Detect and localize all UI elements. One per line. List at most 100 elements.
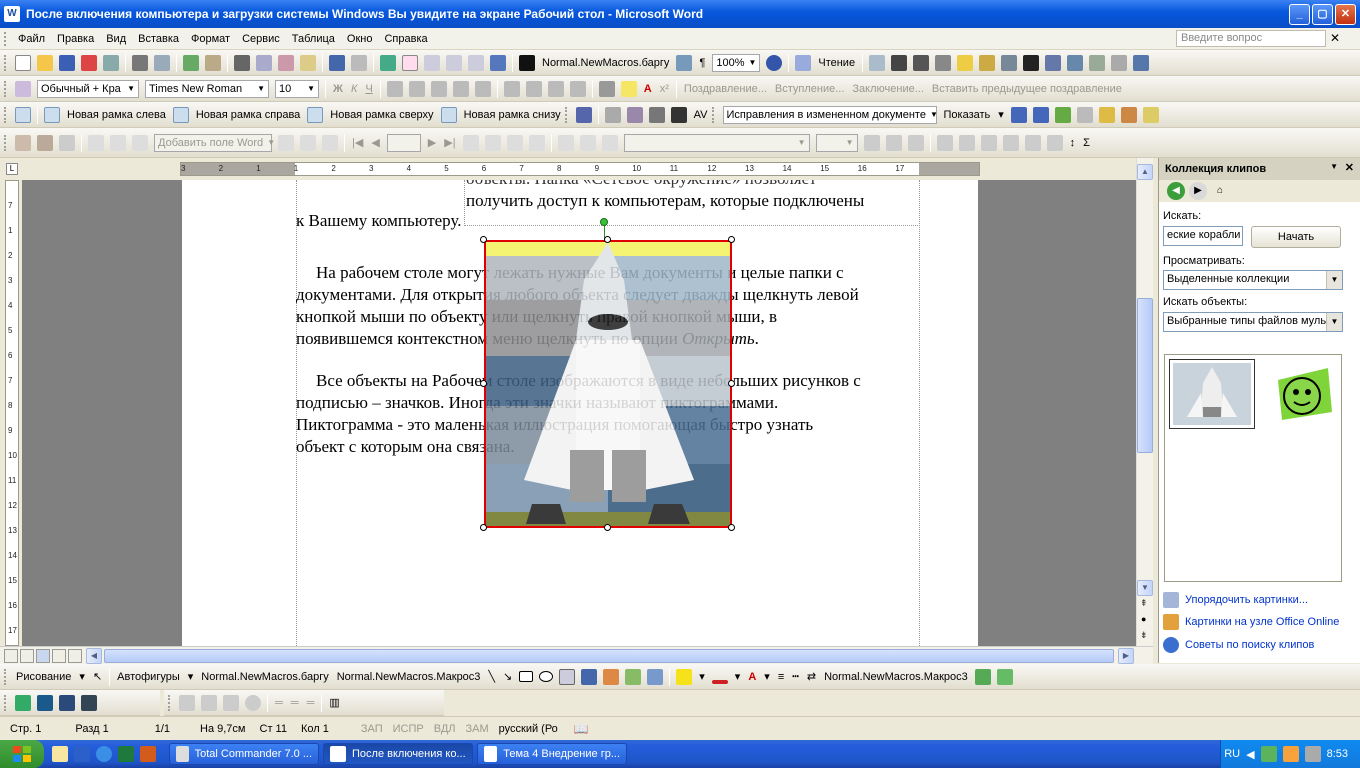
tables-borders-icon[interactable] <box>402 54 418 71</box>
main-document-icon[interactable] <box>15 134 31 151</box>
toolbar-grip[interactable] <box>4 54 8 71</box>
border-style-icon[interactable] <box>885 134 902 151</box>
office-online-link[interactable]: Картинки на узле Office Online <box>1163 614 1339 630</box>
insert-previous-greeting-button[interactable]: Вставить предыдущее поздравление <box>932 83 1122 95</box>
task-total-commander[interactable]: Total Commander 7.0 ... <box>169 743 319 765</box>
autosum-icon[interactable]: Σ <box>1083 137 1090 149</box>
show-hide-icon[interactable]: ¶ <box>699 57 705 69</box>
save-icon[interactable] <box>59 54 75 71</box>
less-brightness-icon[interactable] <box>979 54 996 71</box>
toolbar-grip[interactable] <box>4 694 8 711</box>
menu-file[interactable]: Файл <box>12 33 51 45</box>
shading-icon[interactable] <box>907 134 924 151</box>
status-trk[interactable]: ИСПР <box>393 723 424 735</box>
arrow-icon[interactable]: ↘ <box>503 670 512 683</box>
line-icon[interactable]: ╲ <box>488 670 495 683</box>
form-properties-icon[interactable] <box>601 134 618 151</box>
new-frame-left-button[interactable]: Новая рамка слева <box>67 109 166 121</box>
compress-icon[interactable] <box>1045 54 1062 71</box>
arrow-style-icon[interactable]: ⇄ <box>807 670 816 683</box>
search-tips-link[interactable]: Советы по поиску клипов <box>1163 637 1314 653</box>
outline-bars-icon[interactable]: ▥ <box>329 696 339 709</box>
form-checkbox-icon[interactable] <box>579 134 596 151</box>
frame-left-icon[interactable] <box>44 106 60 123</box>
start-button[interactable]: Начать <box>1251 226 1341 248</box>
format-picture-icon[interactable] <box>1089 54 1106 71</box>
quicklaunch-ie-icon[interactable] <box>96 746 112 762</box>
justify-text-icon[interactable] <box>670 106 687 123</box>
menu-view[interactable]: Вид <box>100 33 132 45</box>
macro-button-bargu[interactable]: Normal.NewMacros.баргу <box>542 57 669 69</box>
document-map-icon[interactable] <box>676 54 693 71</box>
browse-select[interactable]: Выделенные коллекции ▼ <box>1163 270 1343 290</box>
scroll-right-button[interactable]: ▶ <box>1118 648 1134 664</box>
shadow-icon[interactable] <box>974 668 991 685</box>
closing-button[interactable]: Заключение... <box>852 83 923 95</box>
pen-color-icon[interactable] <box>863 134 880 151</box>
menu-table[interactable]: Таблица <box>286 33 341 45</box>
email-icon[interactable] <box>103 54 119 71</box>
underline-button[interactable]: Ч <box>365 83 372 95</box>
resize-handle[interactable] <box>728 380 735 387</box>
autoformat-icon[interactable] <box>1046 134 1063 151</box>
autoshapes-menu[interactable]: Автофигуры <box>117 671 180 683</box>
quicklaunch-word-icon[interactable] <box>74 746 90 762</box>
bullets-icon[interactable] <box>525 80 542 97</box>
redo-icon[interactable] <box>351 54 367 71</box>
edit-comment-icon[interactable] <box>626 106 643 123</box>
scroll-down-button[interactable]: ▼ <box>1137 580 1153 596</box>
menu-format[interactable]: Формат <box>185 33 236 45</box>
reading-layout-icon[interactable] <box>795 54 812 71</box>
intro-button[interactable]: Вступление... <box>775 83 845 95</box>
reading-view-button[interactable] <box>68 649 82 663</box>
frame-bottom-icon[interactable] <box>440 106 457 123</box>
maximize-button[interactable]: ▢ <box>1312 4 1333 25</box>
font-color-icon[interactable]: A <box>644 83 652 95</box>
macro3b-button[interactable]: Normal.NewMacros.Макрос3 <box>824 671 968 683</box>
format-painter-icon[interactable] <box>300 54 316 71</box>
align-center-icon[interactable] <box>408 80 425 97</box>
promote-icon[interactable] <box>179 694 195 711</box>
permission-icon[interactable] <box>81 54 97 71</box>
font-size-combo[interactable]: 10 ▼ <box>275 79 319 98</box>
style-field-combo[interactable]: ▼ <box>623 133 810 152</box>
next-page-icon[interactable]: ⇟ <box>1140 630 1148 641</box>
protect-icon[interactable] <box>1142 106 1159 123</box>
text-box-icon[interactable] <box>559 668 576 685</box>
insert-table-icon[interactable] <box>424 54 440 71</box>
document-close-icon[interactable]: ✕ <box>1330 31 1340 45</box>
normal-view-button[interactable] <box>4 649 18 663</box>
merge-cells-icon[interactable] <box>958 134 975 151</box>
prev-change-icon[interactable] <box>1010 106 1027 123</box>
clip-item-shuttle[interactable] <box>1169 359 1255 429</box>
menu-window[interactable]: Окно <box>341 33 379 45</box>
menu-tools[interactable]: Сервис <box>236 33 286 45</box>
rectangle-icon[interactable] <box>519 671 534 682</box>
back-icon[interactable]: ◀ <box>1167 182 1185 200</box>
tray-volume-icon[interactable]: ◀ <box>1246 748 1254 761</box>
oval-icon[interactable] <box>539 671 554 682</box>
contrast-icon[interactable] <box>913 54 930 71</box>
next-record-icon[interactable]: ▶ <box>428 136 436 149</box>
highlight-icon[interactable] <box>620 80 637 97</box>
align-right-icon[interactable] <box>430 80 447 97</box>
research-icon[interactable] <box>205 54 221 71</box>
drawing-icon[interactable] <box>490 54 506 71</box>
insert-greeting-icon[interactable] <box>110 134 126 151</box>
picture-icon[interactable] <box>869 54 886 71</box>
reviewing-pane-icon[interactable] <box>1120 106 1137 123</box>
numbering-icon[interactable] <box>503 80 520 97</box>
resize-handle[interactable] <box>728 524 735 531</box>
task-pane-close-icon[interactable]: ✕ <box>1345 161 1354 174</box>
insert-excel-icon[interactable] <box>446 54 462 71</box>
styles-icon[interactable] <box>15 80 31 97</box>
greeting-button[interactable]: Поздравление... <box>684 83 767 95</box>
rotate-handle[interactable] <box>600 218 608 226</box>
line-width-combo[interactable]: ▼ <box>815 133 858 152</box>
insert-address-icon[interactable] <box>88 134 104 151</box>
resize-handle[interactable] <box>480 380 487 387</box>
outline-line-icon[interactable]: ═ <box>275 697 283 709</box>
demote-icon[interactable] <box>201 694 217 711</box>
resize-handle[interactable] <box>480 524 487 531</box>
less-contrast-icon[interactable] <box>935 54 952 71</box>
